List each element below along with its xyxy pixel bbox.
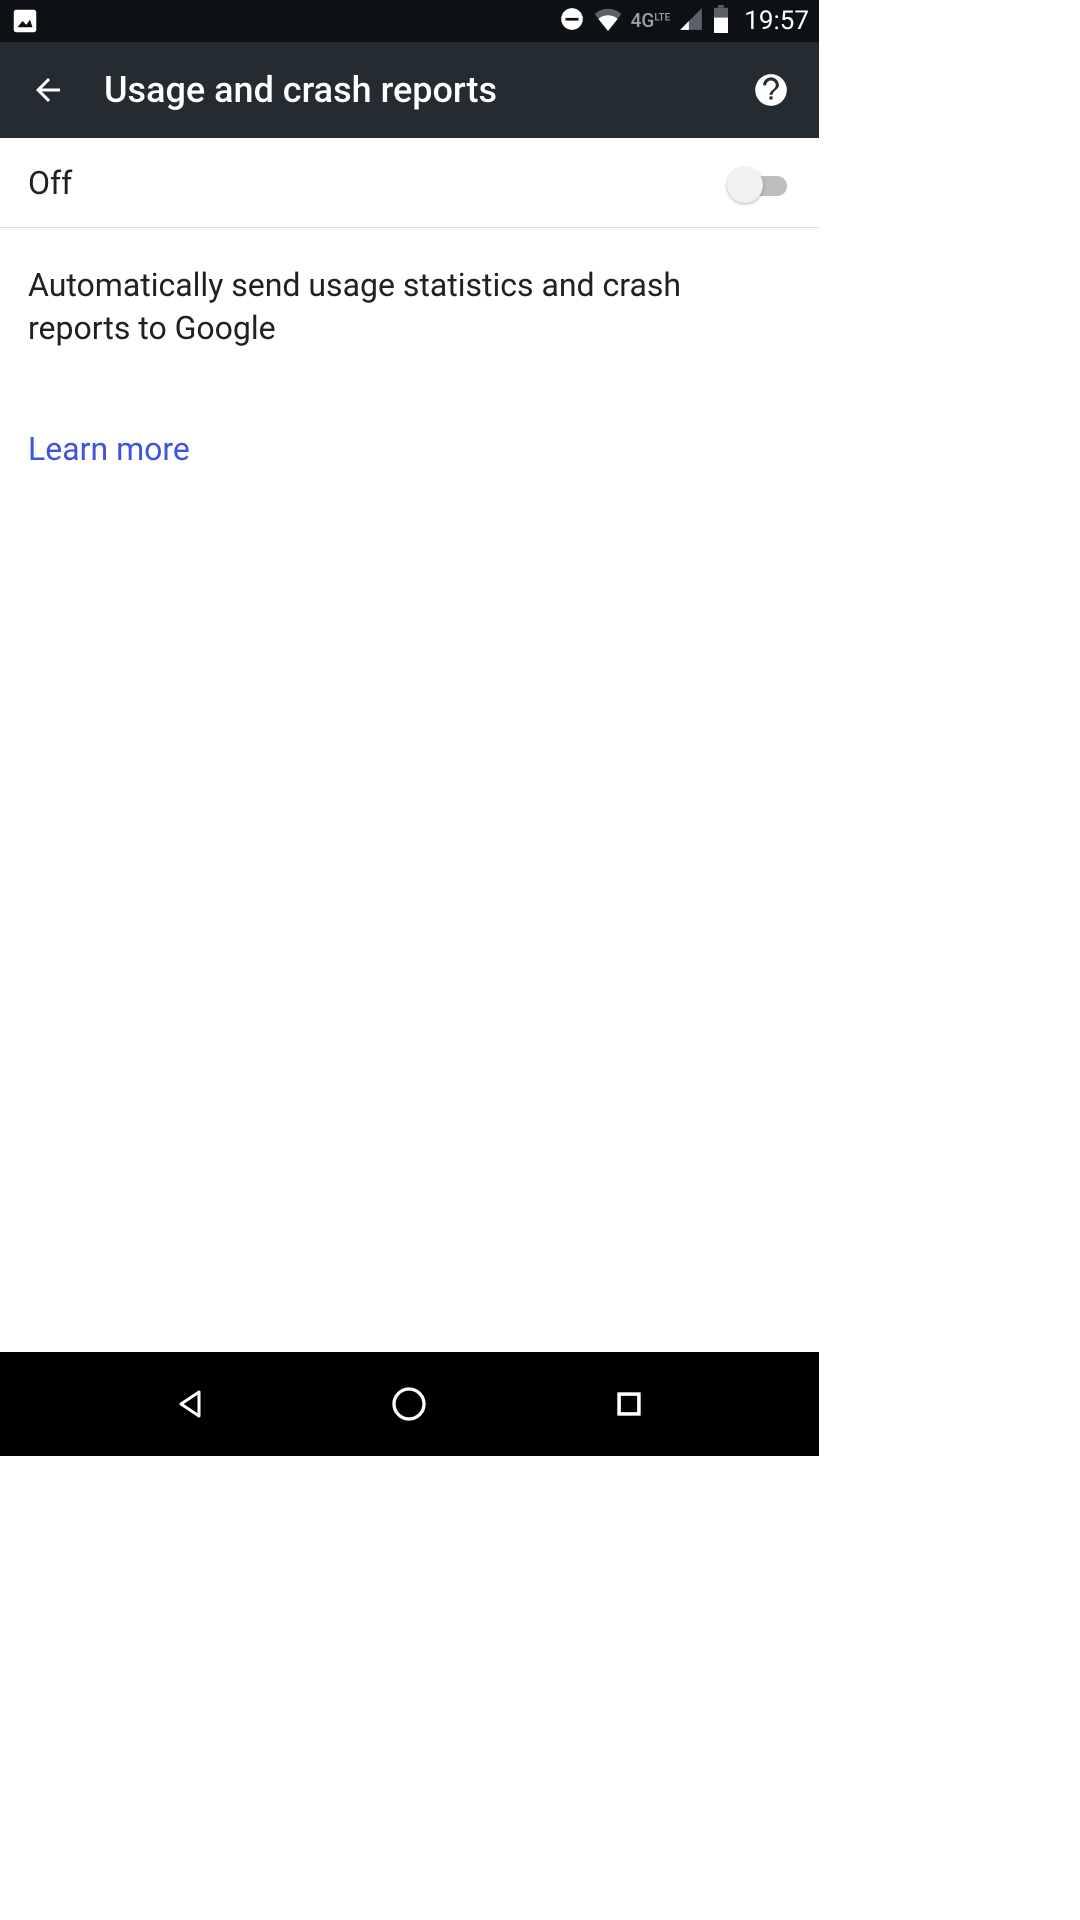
- wifi-icon: [593, 7, 623, 35]
- page-title: Usage and crash reports: [104, 69, 715, 111]
- status-left: [10, 6, 40, 36]
- status-right: 4GLTE 19:57: [559, 5, 809, 37]
- status-bar: 4GLTE 19:57: [0, 0, 819, 42]
- dnd-icon: [559, 6, 585, 36]
- toggle-row[interactable]: Off: [0, 138, 819, 228]
- toggle-state-label: Off: [28, 164, 72, 202]
- toggle-switch[interactable]: [727, 163, 791, 203]
- signal-icon: [678, 6, 704, 36]
- back-button[interactable]: [28, 70, 68, 110]
- photo-icon: [10, 6, 40, 36]
- nav-recent-button[interactable]: [605, 1380, 653, 1428]
- app-bar: Usage and crash reports: [0, 42, 819, 138]
- nav-home-button[interactable]: [385, 1380, 433, 1428]
- description-section: Automatically send usage statistics and …: [0, 228, 819, 504]
- nav-back-button[interactable]: [166, 1380, 214, 1428]
- help-button[interactable]: [751, 70, 791, 110]
- clock-text: 19:57: [744, 6, 809, 36]
- learn-more-link[interactable]: Learn more: [28, 430, 190, 468]
- network-label: 4GLTE: [631, 11, 671, 31]
- battery-icon: [712, 5, 730, 37]
- navigation-bar: [0, 1352, 819, 1456]
- description-text: Automatically send usage statistics and …: [28, 264, 791, 350]
- switch-thumb: [727, 167, 763, 203]
